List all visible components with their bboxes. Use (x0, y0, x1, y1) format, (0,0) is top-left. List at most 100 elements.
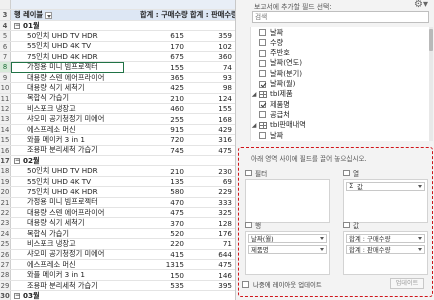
table-row[interactable]: 28 와플 메이커 3 in 1 150 146 (0, 270, 235, 281)
sales-qty-cell[interactable]: 475 (187, 260, 235, 269)
table-row[interactable]: 21 가정용 미니 빔프로젝터 470 333 (0, 197, 235, 208)
product-name-cell[interactable]: 비스포크 냉장고 (11, 104, 137, 114)
sales-qty-cell[interactable]: 644 (187, 250, 235, 259)
row-labels-header[interactable]: 행 레이블 (11, 10, 137, 20)
values-field-chip[interactable]: 합계 : 판매수량 (346, 245, 425, 254)
update-button[interactable]: 업데이트 (390, 278, 424, 289)
sales-qty-cell[interactable]: 71 (187, 239, 235, 248)
product-name-cell[interactable]: 샤오미 공기청정기 미에어 (11, 114, 137, 124)
purchase-qty-cell[interactable]: 460 (137, 104, 187, 113)
table-row[interactable]: 6 55인치 UHD 4K TV 170 102 (0, 41, 235, 52)
table-row[interactable]: 5 50인치 UHD TV HDR 615 359 (0, 31, 235, 42)
table-row[interactable]: 16 조용파 분리세척 가습기 745 475 (0, 145, 235, 156)
purchase-qty-cell[interactable]: 365 (137, 73, 187, 82)
rows-drop-zone[interactable]: 날짜(월) 제품명 (245, 231, 330, 275)
month-label-cell[interactable]: −02월 (11, 156, 137, 166)
sales-qty-cell[interactable]: 146 (187, 271, 235, 280)
expand-collapse-icon[interactable]: ◢ (251, 122, 257, 129)
sales-qty-cell[interactable]: 102 (187, 42, 235, 51)
purchase-qty-cell[interactable]: 520 (137, 229, 187, 238)
columns-drop-zone[interactable]: 값 (343, 179, 428, 223)
sales-qty-cell[interactable]: 359 (187, 31, 235, 40)
product-name-cell[interactable]: 55인치 UHD 4K TV (11, 177, 137, 187)
sales-qty-cell[interactable]: 429 (187, 125, 235, 134)
field-checkbox[interactable] (259, 80, 266, 88)
defer-update-checkbox[interactable] (242, 281, 249, 288)
purchase-qty-cell[interactable]: 370 (137, 219, 187, 228)
sales-qty-cell[interactable]: 124 (187, 94, 235, 103)
product-name-cell[interactable]: 대용량 식기 세척기 (11, 218, 137, 228)
sales-qty-cell[interactable]: 333 (187, 198, 235, 207)
collapse-icon[interactable]: − (14, 22, 20, 29)
gear-icon[interactable]: ⚙▾ (413, 0, 429, 11)
product-name-cell[interactable]: 에스프레소 머신 (11, 260, 137, 270)
product-name-cell[interactable]: 샤오미 공기청정기 미에어 (11, 249, 137, 259)
product-name-cell[interactable]: 와플 메이커 3 in 1 (11, 135, 137, 145)
purchase-qty-cell[interactable]: 210 (137, 167, 187, 176)
table-row[interactable]: 18 50인치 UHD TV HDR 210 230 (0, 166, 235, 177)
product-name-cell[interactable]: 75인치 UHD 4K HDR (11, 52, 137, 62)
collapse-icon[interactable]: − (14, 292, 20, 299)
sales-qty-cell[interactable]: 325 (187, 208, 235, 217)
sales-qty-cell[interactable]: 230 (187, 167, 235, 176)
table-row[interactable]: 13 샤오미 공기청정기 미에어 255 168 (0, 114, 235, 125)
defer-layout-update[interactable]: 나중에 레이아웃 업데이트 (242, 280, 322, 289)
values-field-chip[interactable]: 합계 : 구매수량 (346, 234, 425, 243)
table-row[interactable]: 19 55인치 UHD 4K TV 135 69 (0, 177, 235, 188)
sales-qty-cell[interactable]: 128 (187, 219, 235, 228)
table-row[interactable]: 24 복합식 가습기 520 176 (0, 229, 235, 240)
purchase-qty-cell[interactable]: 745 (137, 146, 187, 155)
purchase-qty-cell[interactable]: 415 (137, 250, 187, 259)
chevron-down-icon[interactable] (418, 248, 422, 251)
product-name-cell[interactable]: 조용파 분리세척 가습기 (11, 281, 137, 291)
field-checkbox[interactable] (259, 101, 266, 109)
values-drop-zone[interactable]: 합계 : 구매수량합계 : 판매수량 (343, 231, 428, 275)
table-row[interactable]: 11 복합식 가습기 210 124 (0, 93, 235, 104)
table-row[interactable]: 22 대용량 스텐 에어프라이어 475 325 (0, 208, 235, 219)
chevron-down-icon[interactable] (320, 237, 324, 240)
table-row[interactable]: 7 75인치 UHD 4K HDR 675 360 (0, 52, 235, 63)
purchase-qty-cell[interactable]: 255 (137, 115, 187, 124)
sales-qty-cell[interactable]: 168 (187, 115, 235, 124)
purchase-qty-cell[interactable]: 155 (137, 63, 187, 72)
field-checkbox[interactable] (259, 29, 266, 36)
purchase-qty-cell[interactable]: 135 (137, 177, 187, 186)
product-name-cell[interactable]: 비스포크 냉장고 (11, 239, 137, 249)
product-name-cell[interactable]: 55인치 UHD 4K TV (11, 41, 137, 51)
product-name-cell[interactable]: 75인치 UHD 4K HDR (11, 187, 137, 197)
table-row[interactable]: 29 조용파 분리세척 가습기 535 395 (0, 281, 235, 292)
purchase-qty-cell[interactable]: 220 (137, 239, 187, 248)
product-name-cell[interactable]: 에스프레소 머신 (11, 125, 137, 135)
field-checkbox[interactable] (259, 111, 266, 119)
collapse-icon[interactable]: − (14, 157, 20, 164)
field-search-input[interactable] (253, 12, 428, 22)
group-row[interactable]: 4−01월 (0, 21, 235, 32)
purchase-qty-cell[interactable]: 1315 (137, 260, 187, 269)
purchase-qty-cell[interactable]: 150 (137, 271, 187, 280)
sales-qty-header[interactable]: 합계 : 판매수량 (187, 10, 235, 20)
expand-collapse-icon[interactable]: ◢ (251, 91, 257, 98)
purchase-qty-cell[interactable]: 210 (137, 94, 187, 103)
product-name-cell[interactable]: 복합식 가습기 (11, 229, 137, 239)
table-row[interactable]: 26 샤오미 공기청정기 미에어 415 644 (0, 249, 235, 260)
field-checkbox[interactable] (259, 70, 266, 78)
table-row[interactable]: 12 비스포크 냉장고 460 155 (0, 104, 235, 115)
scrollbar-thumb[interactable] (429, 29, 433, 51)
table-row[interactable]: 20 75인치 UHD 4K HDR 580 229 (0, 187, 235, 198)
group-row[interactable]: 30−03월 (0, 291, 235, 300)
filter-dropdown-icon[interactable] (44, 11, 52, 19)
rows-field-chip[interactable]: 날짜(월) (248, 234, 327, 243)
pivot-table-grid[interactable]: 3 행 레이블 합계 : 구매수량 합계 : 판매수량 4−01월 5 50인치 U… (0, 0, 236, 300)
product-name-cell[interactable]: 조용파 분리세척 가습기 (11, 145, 137, 155)
sales-qty-cell[interactable]: 475 (187, 146, 235, 155)
purchase-qty-cell[interactable]: 675 (137, 52, 187, 61)
purchase-qty-cell[interactable]: 470 (137, 198, 187, 207)
columns-field-chip[interactable]: 값 (346, 182, 425, 191)
product-name-cell[interactable]: 50인치 UHD TV HDR (11, 31, 137, 41)
field-checkbox[interactable] (259, 59, 266, 67)
field-list-scrollbar[interactable] (429, 27, 433, 141)
field-search-box[interactable] (252, 11, 429, 23)
chevron-down-icon[interactable] (320, 248, 324, 251)
chevron-down-icon[interactable] (418, 185, 422, 188)
product-name-cell[interactable]: 가정용 미니 빔프로젝터 (11, 197, 137, 207)
